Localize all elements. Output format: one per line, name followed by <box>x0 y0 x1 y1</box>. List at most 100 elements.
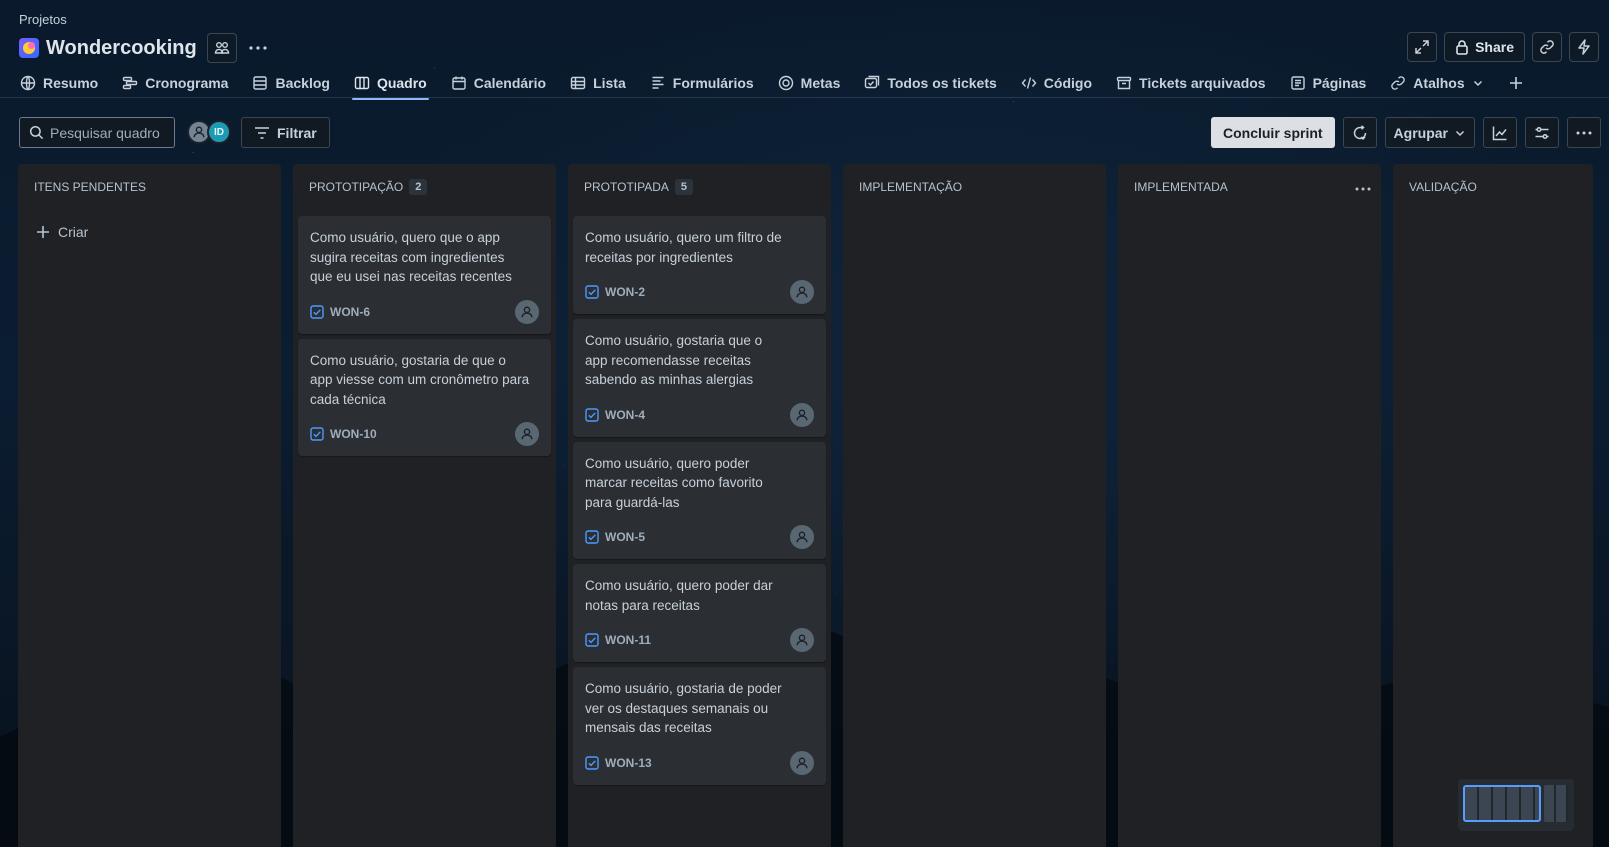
tab-atalhos[interactable]: Atalhos <box>1390 68 1483 98</box>
more-horizontal-icon <box>249 46 267 50</box>
column-header[interactable]: VALIDAÇÃO <box>1393 164 1593 210</box>
tab-todos-os-tickets[interactable]: Todos os tickets <box>864 68 997 98</box>
column-header[interactable]: IMPLEMENTADA <box>1118 164 1381 210</box>
column-header[interactable]: PROTOTIPADA 5 <box>568 164 831 210</box>
tab-label: Calendário <box>473 75 547 91</box>
backlog-icon <box>253 76 268 90</box>
search-input[interactable]: Pesquisar quadro <box>19 117 175 148</box>
project-title[interactable]: Wondercooking <box>46 37 197 60</box>
tab-paginas[interactable]: Páginas <box>1290 68 1366 98</box>
tab-metas[interactable]: Metas <box>778 68 840 98</box>
project-header: Projetos Wondercooking Share Resumo Cron… <box>0 0 1609 100</box>
share-button[interactable]: Share <box>1444 32 1525 62</box>
issue-card[interactable]: Como usuário, quero poder dar notas para… <box>573 564 826 662</box>
tab-codigo[interactable]: Código <box>1021 68 1092 98</box>
tab-tickets-arquivados[interactable]: Tickets arquivados <box>1116 68 1266 98</box>
timeline-icon <box>123 76 138 90</box>
search-icon <box>29 125 44 140</box>
column-title: VALIDAÇÃO <box>1409 180 1477 194</box>
tab-quadro[interactable]: Quadro <box>351 68 429 100</box>
column-header[interactable]: IMPLEMENTAÇÃO <box>843 164 1106 210</box>
breadcrumb[interactable]: Projetos <box>19 12 67 27</box>
sliders-icon <box>1535 126 1549 139</box>
share-label: Share <box>1475 39 1514 55</box>
issue-summary: Como usuário, quero poder dar notas para… <box>585 578 773 613</box>
people-icon <box>214 42 229 54</box>
filter-label: Filtrar <box>277 124 317 141</box>
archive-icon <box>1116 76 1132 90</box>
globe-icon <box>20 75 36 91</box>
tab-label: Todos os tickets <box>887 75 997 91</box>
assignee-avatar[interactable] <box>515 299 539 324</box>
user-icon <box>193 126 205 138</box>
column-title: PROTOTIPAÇÃO <box>309 180 404 194</box>
issue-card[interactable]: Como usuário, quero que o app sugira rec… <box>298 216 551 334</box>
team-button[interactable] <box>206 33 237 63</box>
board-toolbar: Pesquisar quadro ID Filtrar Concluir spr… <box>19 117 1601 149</box>
insights-button[interactable] <box>1483 117 1517 148</box>
code-icon <box>1021 77 1037 89</box>
issue-key: WON-10 <box>330 427 377 441</box>
column-validacao: VALIDAÇÃO <box>1393 164 1593 847</box>
tab-cronograma[interactable]: Cronograma <box>122 68 228 98</box>
column-title: PROTOTIPADA <box>584 180 669 194</box>
assignee-filter-avatars: ID <box>187 120 231 144</box>
checkbox-icon <box>585 530 599 544</box>
more-actions-button[interactable] <box>243 33 273 63</box>
issue-card[interactable]: Como usuário, gostaria que o app recomen… <box>573 319 826 437</box>
fullscreen-button[interactable] <box>1407 32 1438 62</box>
tab-lista[interactable]: Lista <box>570 68 626 98</box>
automation-button[interactable] <box>1569 32 1599 62</box>
board-more-button[interactable] <box>1567 117 1601 148</box>
group-by-button[interactable]: Agrupar <box>1384 117 1475 148</box>
more-horizontal-icon <box>1576 131 1592 134</box>
issue-key: WON-2 <box>605 285 645 299</box>
column-more-button[interactable] <box>1355 178 1371 196</box>
create-issue-button[interactable]: Criar <box>36 224 281 240</box>
assignee-avatar[interactable] <box>790 525 814 549</box>
tab-calendario[interactable]: Calendário <box>451 68 546 98</box>
lightning-icon <box>1578 39 1590 55</box>
view-settings-button[interactable] <box>1525 117 1559 148</box>
minimap-viewport[interactable] <box>1463 785 1541 822</box>
assignee-avatar[interactable] <box>790 402 814 427</box>
kanban-board: ITENS PENDENTES Criar PROTOTIPAÇÃO 2 Com… <box>18 164 1593 847</box>
board-minimap[interactable] <box>1458 779 1574 831</box>
plus-icon <box>1509 77 1522 89</box>
assignee-avatar[interactable] <box>790 628 814 652</box>
lock-icon <box>1456 40 1468 55</box>
tab-formularios[interactable]: Formulários <box>650 68 754 98</box>
assignee-avatar[interactable] <box>790 280 814 304</box>
user-icon <box>521 428 533 440</box>
avatar-initials[interactable]: ID <box>207 120 231 144</box>
issue-summary: Como usuário, quero um filtro de receita… <box>585 230 782 265</box>
assignee-avatar[interactable] <box>790 750 814 775</box>
minimap-columns <box>1544 785 1568 822</box>
tab-label: Atalhos <box>1413 75 1465 91</box>
column-title: IMPLEMENTADA <box>1134 180 1228 194</box>
add-tab-button[interactable] <box>1508 68 1524 98</box>
issue-summary: Como usuário, gostaria que o app recomen… <box>585 333 763 387</box>
issue-card[interactable]: Como usuário, gostaria de poder ver os d… <box>573 667 826 785</box>
issue-summary: Como usuário, quero que o app sugira rec… <box>310 230 512 284</box>
tickets-icon <box>865 75 880 89</box>
column-title: ITENS PENDENTES <box>34 180 147 194</box>
column-header[interactable]: ITENS PENDENTES <box>18 164 281 210</box>
board-icon <box>354 76 370 90</box>
issue-key: WON-4 <box>605 407 645 422</box>
tab-label: Quadro <box>376 75 427 91</box>
target-icon <box>778 75 793 91</box>
chevron-down-icon <box>1455 130 1465 136</box>
calendar-icon <box>452 76 466 90</box>
copy-link-button[interactable] <box>1532 32 1562 62</box>
issue-card[interactable]: Como usuário, quero um filtro de receita… <box>573 216 826 314</box>
tab-backlog[interactable]: Backlog <box>252 68 330 98</box>
filter-button[interactable]: Filtrar <box>241 117 330 148</box>
tab-resumo[interactable]: Resumo <box>20 68 98 98</box>
issue-card[interactable]: Como usuário, gostaria de que o app vies… <box>298 338 551 456</box>
issue-card[interactable]: Como usuário, quero poder marcar receita… <box>573 441 826 559</box>
assignee-avatar[interactable] <box>515 422 539 446</box>
column-header[interactable]: PROTOTIPAÇÃO 2 <box>293 164 556 210</box>
sprint-cycle-button[interactable] <box>1342 117 1377 148</box>
complete-sprint-button[interactable]: Concluir sprint <box>1210 117 1335 148</box>
